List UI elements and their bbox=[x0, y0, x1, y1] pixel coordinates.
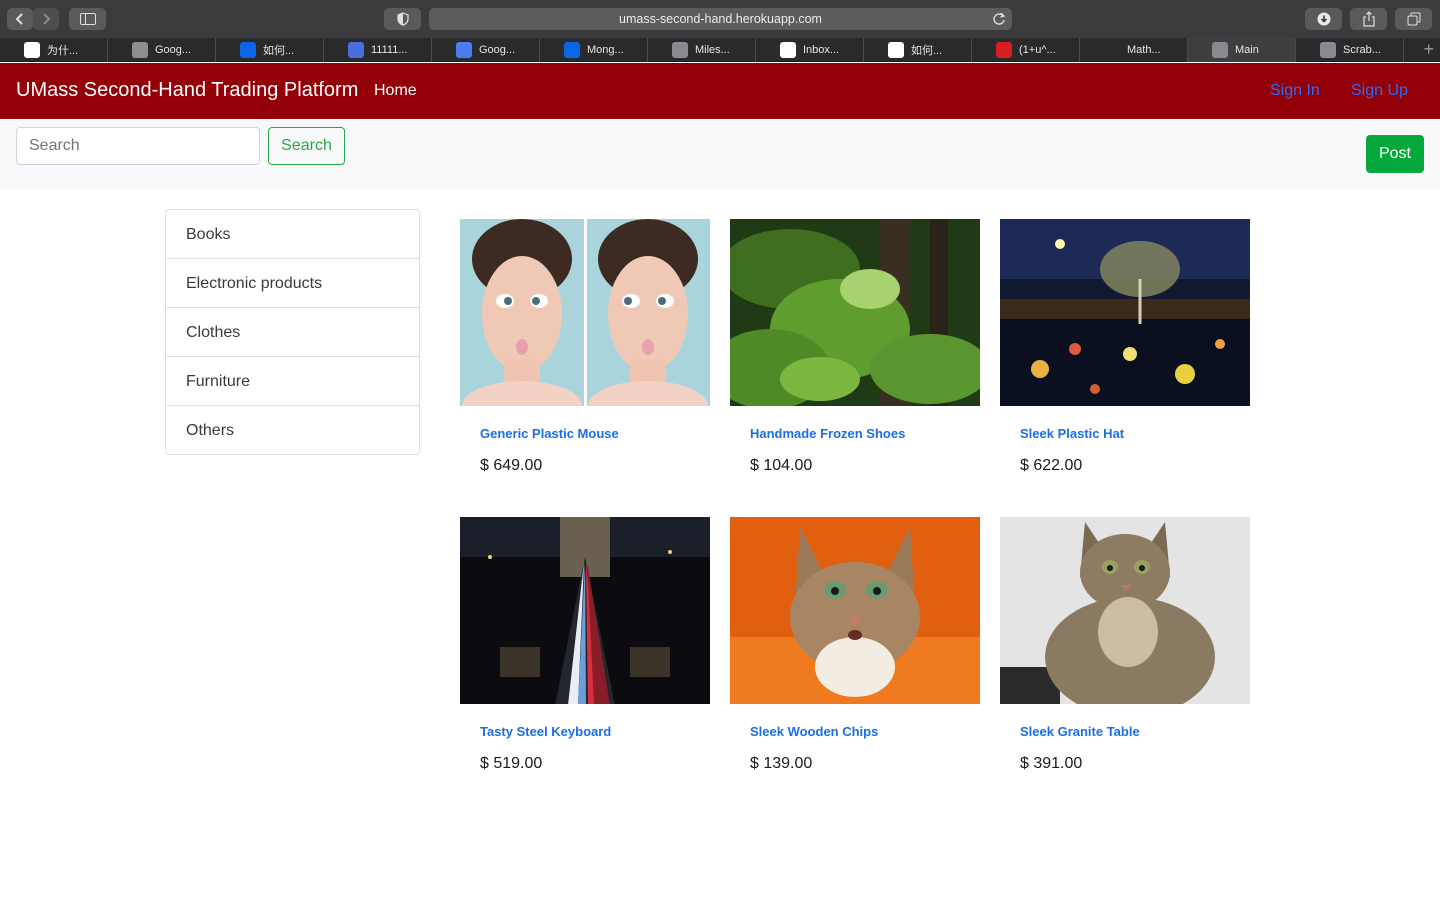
product-title[interactable]: Sleek Plastic Hat bbox=[1020, 426, 1124, 441]
browser-tab[interactable]: Miles... bbox=[648, 38, 756, 62]
product-title[interactable]: Generic Plastic Mouse bbox=[480, 426, 619, 441]
category-item-books[interactable]: Books bbox=[166, 210, 419, 259]
product-title[interactable]: Tasty Steel Keyboard bbox=[480, 724, 611, 739]
product-card[interactable]: Handmade Frozen Shoes $ 104.00 bbox=[730, 219, 980, 489]
privacy-report-button[interactable] bbox=[384, 8, 421, 30]
product-card[interactable]: Sleek Granite Table $ 391.00 bbox=[1000, 517, 1250, 787]
browser-tab-label: 如何... bbox=[263, 45, 295, 57]
tab-overview-button[interactable] bbox=[1395, 8, 1432, 30]
product-title[interactable]: Handmade Frozen Shoes bbox=[750, 426, 905, 441]
downloads-button[interactable] bbox=[1305, 8, 1342, 30]
browser-toolbar: umass-second-hand.herokuapp.com bbox=[0, 0, 1440, 38]
product-price: $ 519.00 bbox=[480, 755, 543, 772]
search-section: Search Post bbox=[0, 119, 1440, 189]
product-price: $ 391.00 bbox=[1020, 755, 1083, 772]
sign-up-link[interactable]: Sign Up bbox=[1351, 82, 1408, 100]
brand-title[interactable]: UMass Second-Hand Trading Platform bbox=[16, 79, 358, 102]
reload-icon[interactable] bbox=[992, 11, 1006, 27]
google-translate-icon bbox=[456, 42, 472, 58]
browser-tab-label: Math... bbox=[1127, 44, 1161, 56]
product-title[interactable]: Sleek Wooden Chips bbox=[750, 724, 878, 739]
browser-tab-label: Goog... bbox=[479, 44, 516, 56]
browser-tab-label: 如何... bbox=[911, 45, 943, 57]
nav-home-link[interactable]: Home bbox=[374, 82, 417, 100]
google-docs-icon bbox=[132, 42, 148, 58]
browser-tab[interactable]: Main bbox=[1188, 38, 1296, 62]
forward-button[interactable] bbox=[33, 8, 59, 30]
browser-tab[interactable]: 如何... bbox=[216, 38, 324, 62]
browser-tab[interactable]: 如何... bbox=[864, 38, 972, 62]
document-icon bbox=[348, 42, 364, 58]
product-card[interactable]: Sleek Plastic Hat $ 622.00 bbox=[1000, 219, 1250, 489]
google-icon bbox=[24, 42, 40, 58]
search-input[interactable] bbox=[16, 127, 260, 165]
letter-s-icon bbox=[1320, 42, 1336, 58]
browser-tab[interactable]: Math... bbox=[1080, 38, 1188, 62]
back-button[interactable] bbox=[7, 8, 33, 30]
browser-tab[interactable]: (1+u^... bbox=[972, 38, 1080, 62]
browser-tab-label: (1+u^... bbox=[1019, 44, 1056, 56]
product-card[interactable]: Generic Plastic Mouse $ 649.00 bbox=[460, 219, 710, 489]
tab-bar: 为什... Goog... 如何... 11111... Goog... Mong... M… bbox=[0, 38, 1440, 62]
letter-u-icon bbox=[1212, 42, 1228, 58]
product-price: $ 139.00 bbox=[750, 755, 813, 772]
zhihu-icon bbox=[564, 42, 580, 58]
browser-tab-label: 为什... bbox=[47, 45, 79, 57]
product-image[interactable] bbox=[730, 517, 980, 704]
chart-bars-icon bbox=[1104, 42, 1120, 58]
category-item-furniture[interactable]: Furniture bbox=[166, 357, 419, 406]
share-button[interactable] bbox=[1350, 8, 1387, 30]
product-image[interactable] bbox=[460, 517, 710, 704]
zhihu-icon bbox=[240, 42, 256, 58]
shield-icon bbox=[396, 12, 409, 26]
address-bar[interactable]: umass-second-hand.herokuapp.com bbox=[429, 8, 1012, 30]
search-button[interactable]: Search bbox=[268, 127, 345, 165]
chevron-right-icon bbox=[43, 13, 51, 25]
product-image[interactable] bbox=[460, 219, 710, 406]
category-item-electronic-products[interactable]: Electronic products bbox=[166, 259, 419, 308]
browser-tab[interactable]: 为什... bbox=[0, 38, 108, 62]
browser-tab[interactable]: 11111... bbox=[324, 38, 432, 62]
new-tab-button[interactable]: + bbox=[1404, 38, 1440, 61]
letter-g-icon bbox=[672, 42, 688, 58]
gmail-icon bbox=[780, 42, 796, 58]
browser-tab-label: Goog... bbox=[155, 44, 192, 56]
product-image[interactable] bbox=[1000, 219, 1250, 406]
browser-tab-label: Scrab... bbox=[1343, 44, 1381, 56]
product-price: $ 622.00 bbox=[1020, 457, 1083, 474]
category-item-clothes[interactable]: Clothes bbox=[166, 308, 419, 357]
sidebar-icon bbox=[79, 13, 96, 25]
browser-tab-label: 11111... bbox=[371, 44, 408, 56]
product-price: $ 104.00 bbox=[750, 457, 813, 474]
browser-tab-label: Miles... bbox=[695, 44, 730, 56]
browser-tab-label: Main bbox=[1235, 44, 1259, 56]
sign-in-link[interactable]: Sign In bbox=[1270, 82, 1320, 100]
browser-tab[interactable]: Goog... bbox=[432, 38, 540, 62]
browser-tab-label: Mong... bbox=[587, 44, 624, 56]
download-icon bbox=[1317, 12, 1330, 26]
address-bar-url: umass-second-hand.herokuapp.com bbox=[619, 12, 822, 26]
product-price: $ 649.00 bbox=[480, 457, 543, 474]
share-icon bbox=[1362, 11, 1375, 27]
browser-tab[interactable]: Inbox... bbox=[756, 38, 864, 62]
product-image[interactable] bbox=[730, 219, 980, 406]
sidebar-toggle-button[interactable] bbox=[69, 8, 106, 30]
tabs-overview-icon bbox=[1407, 12, 1420, 26]
app-navbar: UMass Second-Hand Trading Platform Home … bbox=[0, 63, 1440, 119]
browser-tab-label: Inbox... bbox=[803, 44, 840, 56]
product-card[interactable]: Sleek Wooden Chips $ 139.00 bbox=[730, 517, 980, 787]
browser-tab[interactable]: Mong... bbox=[540, 38, 648, 62]
product-image[interactable] bbox=[1000, 517, 1250, 704]
browser-tab[interactable]: Goog... bbox=[108, 38, 216, 62]
browser-tab[interactable]: Scrab... bbox=[1296, 38, 1404, 62]
product-title[interactable]: Sleek Granite Table bbox=[1020, 724, 1140, 739]
chevron-left-icon bbox=[15, 13, 23, 25]
post-button[interactable]: Post bbox=[1366, 135, 1424, 173]
google-icon bbox=[888, 42, 904, 58]
product-card[interactable]: Tasty Steel Keyboard $ 519.00 bbox=[460, 517, 710, 787]
category-list: Books Electronic products Clothes Furnit… bbox=[165, 209, 420, 455]
category-item-others[interactable]: Others bbox=[166, 406, 419, 454]
symbolab-icon bbox=[996, 42, 1012, 58]
